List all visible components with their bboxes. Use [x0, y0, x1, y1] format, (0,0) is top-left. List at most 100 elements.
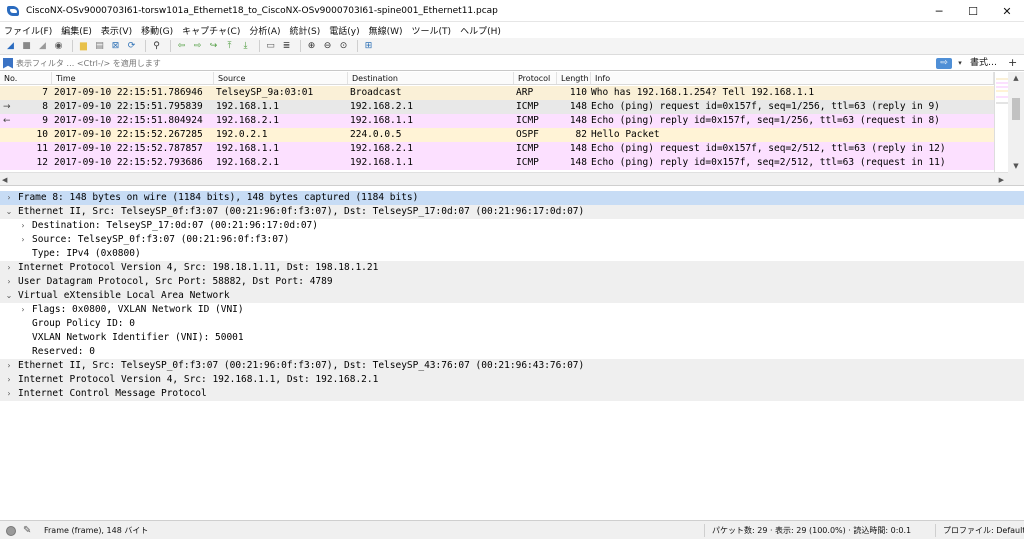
go-back-icon[interactable]: ⇦ [175, 40, 188, 53]
menu-item-7[interactable]: 電話(y) [329, 24, 359, 37]
packet-list: No. Time Source Destination Protocol Length In… [0, 72, 1024, 186]
expand-chevron-icon[interactable]: › [4, 191, 14, 205]
column-header-1[interactable]: Time [52, 72, 214, 84]
status-profile[interactable]: プロファイル: Default [943, 521, 1024, 539]
scroll-thumb[interactable] [1012, 98, 1020, 120]
scroll-down-icon[interactable]: ▼ [1008, 160, 1024, 172]
minimize-button[interactable]: ─ [922, 0, 956, 22]
maximize-button[interactable]: ☐ [956, 0, 990, 22]
packet-list-horizontal-scrollbar[interactable]: ◀ ▶ [0, 172, 1008, 185]
filter-bookmark-icon[interactable] [3, 57, 13, 69]
toolbar-separator [170, 40, 171, 52]
menu-bar: ファイル(F) 編集(E) 表示(V) 移動(G) キャプチャ(C) 分析(A) 統計(S)… [0, 22, 1024, 38]
menu-item-3[interactable]: 移動(G) [141, 24, 173, 37]
close-button[interactable]: ✕ [990, 0, 1024, 22]
expand-chevron-icon[interactable]: › [18, 233, 28, 247]
colorize-icon[interactable]: ≣ [280, 40, 293, 53]
detail-tree-item[interactable]: › Internet Protocol Version 4, Src: 192.1… [0, 373, 1024, 387]
menu-item-9[interactable]: ツール(T) [412, 24, 452, 37]
column-header-5[interactable]: Length [557, 72, 591, 84]
find-packet-icon[interactable]: ⚲ [150, 40, 163, 53]
detail-tree-item[interactable]: › Ethernet II, Src: TelseySP_0f:f3:07 (00… [0, 359, 1024, 373]
resize-columns-icon[interactable]: ⊞ [362, 40, 375, 53]
packet-row[interactable]: 10 2017-09-10 22:15:52.267285 192.0.2.1 224… [0, 128, 994, 142]
restart-capture-icon[interactable]: ◢ [36, 40, 49, 53]
apply-filter-arrow-icon[interactable]: ⇨ [936, 58, 952, 69]
detail-tree-item[interactable]: ⌄ Ethernet II, Src: TelseySP_0f:f3:07 (00… [0, 205, 1024, 219]
add-filter-button[interactable]: + [1008, 56, 1017, 70]
packet-row[interactable]: ← 9 2017-09-10 22:15:51.804924 192.168.2.1 1… [0, 114, 994, 128]
packet-row[interactable]: → 8 2017-09-10 22:15:51.795839 192.168.1.1 1… [0, 100, 994, 114]
detail-tree-item[interactable]: Type: IPv4 (0x0800) [0, 247, 1024, 261]
packet-row[interactable]: 7 2017-09-10 22:15:51.786946 TelseySP_9a:0… [0, 86, 994, 100]
go-to-packet-icon[interactable]: ↪ [207, 40, 220, 53]
expert-info-icon[interactable] [6, 526, 16, 536]
display-filter-bar: ⇨ ▾ 書式… + [0, 56, 1024, 71]
go-first-icon[interactable]: ⤒ [223, 40, 236, 53]
packet-minimap[interactable] [994, 72, 1008, 172]
expand-chevron-icon[interactable]: › [4, 359, 14, 373]
column-header-4[interactable]: Protocol [514, 72, 557, 84]
detail-tree-item[interactable]: › Frame 8: 148 bytes on wire (1184 bits),… [0, 191, 1024, 205]
menu-item-8[interactable]: 無線(W) [369, 24, 403, 37]
column-header-0[interactable]: No. [0, 72, 52, 84]
detail-tree-item[interactable]: › Destination: TelseySP_17:0d:07 (00:21:9… [0, 219, 1024, 233]
detail-tree-item[interactable]: Group Policy ID: 0 [0, 317, 1024, 331]
shark-fin-start-icon[interactable]: ◢ [4, 40, 17, 53]
expand-chevron-icon[interactable]: › [4, 275, 14, 289]
packet-cell-info: Echo (ping) reply id=0x157f, seq=1/256, … [591, 114, 994, 128]
expand-chevron-icon[interactable]: › [4, 373, 14, 387]
expand-chevron-icon[interactable]: › [4, 261, 14, 275]
go-forward-icon[interactable]: ⇨ [191, 40, 204, 53]
packet-cell-text: 2017-09-10 22:15:52.793686 [54, 157, 203, 168]
detail-tree-text: Ethernet II, Src: TelseySP_0f:f3:07 (00:… [18, 360, 585, 371]
packet-cell-text: 2017-09-10 22:15:51.795839 [54, 101, 203, 112]
stop-capture-icon[interactable]: ■ [20, 40, 33, 53]
zoom-normal-icon[interactable]: ⊙ [337, 40, 350, 53]
open-file-icon[interactable]: ▆ [77, 40, 90, 53]
filter-expression-button[interactable]: 書式… [970, 57, 997, 70]
menu-item-4[interactable]: キャプチャ(C) [182, 24, 240, 37]
display-filter-input[interactable] [16, 57, 932, 70]
menu-item-2[interactable]: 表示(V) [101, 24, 132, 37]
close-file-icon[interactable]: ⊠ [109, 40, 122, 53]
column-header-2[interactable]: Source [214, 72, 348, 84]
menu-item-0[interactable]: ファイル(F) [4, 24, 52, 37]
expand-chevron-icon[interactable]: › [18, 303, 28, 317]
packet-row[interactable]: 12 2017-09-10 22:15:52.793686 192.168.2.1 1… [0, 156, 994, 170]
capture-options-icon[interactable]: ◉ [52, 40, 65, 53]
detail-tree-item[interactable]: › Flags: 0x0800, VXLAN Network ID (VNI) [0, 303, 1024, 317]
scroll-up-icon[interactable]: ▲ [1008, 72, 1024, 84]
detail-tree-item[interactable]: › Source: TelseySP_0f:f3:07 (00:21:96:0f:… [0, 233, 1024, 247]
packet-cell-text: ICMP [516, 115, 539, 126]
zoom-out-icon[interactable]: ⊖ [321, 40, 334, 53]
expand-chevron-icon[interactable]: › [18, 219, 28, 233]
column-header-6[interactable]: Info [591, 72, 994, 84]
collapse-chevron-icon[interactable]: ⌄ [4, 205, 14, 219]
detail-tree-item[interactable]: ⌄ Virtual eXtensible Local Area Network [0, 289, 1024, 303]
detail-tree-text: Virtual eXtensible Local Area Network [18, 290, 230, 301]
scroll-right-icon[interactable]: ▶ [999, 173, 1004, 185]
column-header-3[interactable]: Destination [348, 72, 514, 84]
menu-item-1[interactable]: 編集(E) [61, 24, 92, 37]
autoscroll-icon[interactable]: ▭ [264, 40, 277, 53]
save-file-icon[interactable]: ▤ [93, 40, 106, 53]
packet-row[interactable]: 11 2017-09-10 22:15:52.787857 192.168.1.1 1… [0, 142, 994, 156]
menu-item-6[interactable]: 統計(S) [290, 24, 321, 37]
detail-tree-item[interactable]: › Internet Control Message Protocol [0, 387, 1024, 401]
menu-item-5[interactable]: 分析(A) [249, 24, 280, 37]
filter-history-dropdown-icon[interactable]: ▾ [955, 58, 965, 69]
expand-chevron-icon[interactable]: › [4, 387, 14, 401]
detail-tree-item[interactable]: VXLAN Network Identifier (VNI): 50001 [0, 331, 1024, 345]
reload-file-icon[interactable]: ⟳ [125, 40, 138, 53]
detail-tree-item[interactable]: Reserved: 0 [0, 345, 1024, 359]
zoom-in-icon[interactable]: ⊕ [305, 40, 318, 53]
capture-comment-icon[interactable]: ✎ [23, 521, 31, 539]
menu-item-10[interactable]: ヘルプ(H) [460, 24, 501, 37]
collapse-chevron-icon[interactable]: ⌄ [4, 289, 14, 303]
go-last-icon[interactable]: ⤓ [239, 40, 252, 53]
scroll-left-icon[interactable]: ◀ [2, 173, 7, 185]
detail-tree-item[interactable]: › Internet Protocol Version 4, Src: 198.1… [0, 261, 1024, 275]
detail-tree-item[interactable]: › User Datagram Protocol, Src Port: 58882… [0, 275, 1024, 289]
packet-list-vertical-scrollbar[interactable]: ▲ ▼ [1008, 72, 1024, 185]
